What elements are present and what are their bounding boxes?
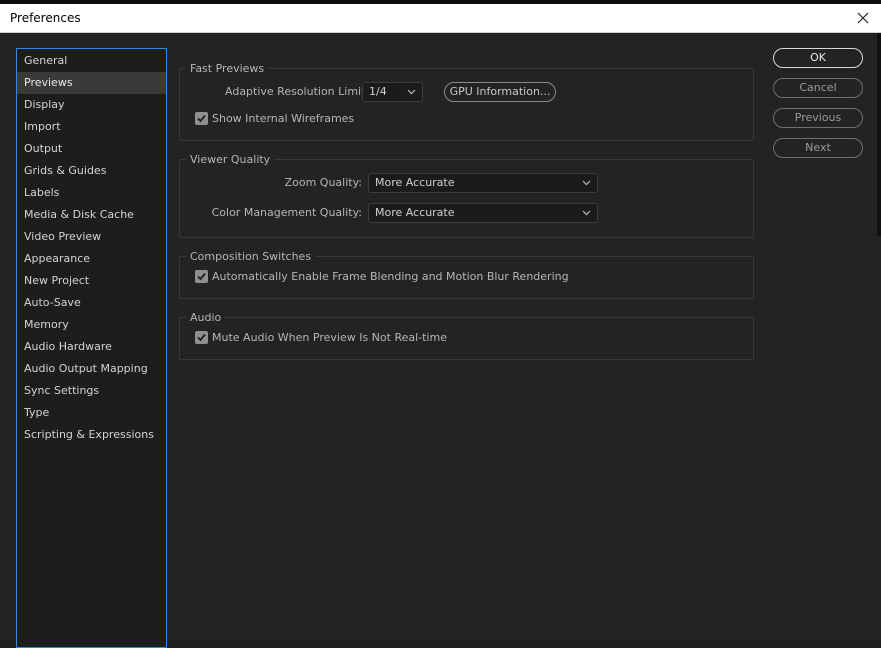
previous-button[interactable]: Previous (773, 108, 863, 128)
fast-previews-group: Fast Previews (179, 62, 754, 141)
checkmark-icon (197, 333, 206, 342)
mute-audio-label: Mute Audio When Preview Is Not Real-time (212, 331, 447, 344)
close-icon (857, 12, 869, 24)
sidebar-item-type[interactable]: Type (17, 402, 166, 424)
ok-button[interactable]: OK (773, 48, 863, 68)
cancel-button[interactable]: Cancel (773, 78, 863, 98)
frame-blending-checkbox[interactable] (195, 270, 208, 283)
viewer-quality-legend: Viewer Quality (186, 153, 275, 167)
zoom-quality-value: More Accurate (375, 176, 455, 189)
sidebar-item-auto-save[interactable]: Auto-Save (17, 292, 166, 314)
sidebar-item-general[interactable]: General (17, 50, 166, 72)
sidebar-item-grids-guides[interactable]: Grids & Guides (17, 160, 166, 182)
zoom-quality-dropdown[interactable]: More Accurate (368, 173, 598, 193)
checkmark-icon (197, 272, 206, 281)
sidebar-item-sync-settings[interactable]: Sync Settings (17, 380, 166, 402)
zoom-quality-label: Zoom Quality: (284, 176, 362, 189)
audio-legend: Audio (186, 311, 226, 325)
next-button[interactable]: Next (773, 138, 863, 158)
sidebar-item-output[interactable]: Output (17, 138, 166, 160)
sidebar-item-display[interactable]: Display (17, 94, 166, 116)
sidebar-item-appearance[interactable]: Appearance (17, 248, 166, 270)
color-management-quality-dropdown[interactable]: More Accurate (368, 203, 598, 223)
mute-audio-checkbox[interactable] (195, 331, 208, 344)
viewer-quality-group: Viewer Quality (179, 153, 754, 238)
sidebar-item-video-preview[interactable]: Video Preview (17, 226, 166, 248)
chevron-down-icon (582, 210, 591, 216)
color-management-quality-label: Color Management Quality: (211, 206, 362, 219)
chevron-down-icon (582, 180, 591, 186)
title-bar: Preferences (0, 4, 881, 33)
checkmark-icon (197, 114, 206, 123)
category-list[interactable]: General Previews Display Import Output G… (16, 48, 167, 648)
color-management-quality-value: More Accurate (375, 206, 455, 219)
sidebar-item-new-project[interactable]: New Project (17, 270, 166, 292)
frame-blending-label: Automatically Enable Frame Blending and … (212, 270, 569, 283)
wireframes-label: Show Internal Wireframes (212, 112, 355, 125)
gpu-information-button[interactable]: GPU Information... (444, 82, 556, 102)
fast-previews-legend: Fast Previews (186, 62, 269, 76)
sidebar-item-memory[interactable]: Memory (17, 314, 166, 336)
chevron-down-icon (407, 89, 416, 95)
resolution-limit-dropdown[interactable]: 1/4 (362, 82, 423, 102)
sidebar-item-labels[interactable]: Labels (17, 182, 166, 204)
sidebar-item-previews[interactable]: Previews (17, 72, 166, 94)
background-window-edge (877, 33, 881, 236)
window-title: Preferences (10, 11, 81, 25)
close-button[interactable] (851, 6, 875, 30)
sidebar-item-audio-hardware[interactable]: Audio Hardware (17, 336, 166, 358)
resolution-limit-value: 1/4 (369, 85, 387, 98)
sidebar-item-scripting-expressions[interactable]: Scripting & Expressions (17, 424, 166, 446)
sidebar-item-audio-output-mapping[interactable]: Audio Output Mapping (17, 358, 166, 380)
composition-switches-legend: Composition Switches (186, 250, 316, 264)
wireframes-checkbox[interactable] (195, 112, 208, 125)
sidebar-item-import[interactable]: Import (17, 116, 166, 138)
resolution-limit-label: Adaptive Resolution Limit: (225, 85, 370, 98)
dialog-body: General Previews Display Import Output G… (0, 33, 881, 648)
sidebar-item-media-disk-cache[interactable]: Media & Disk Cache (17, 204, 166, 226)
